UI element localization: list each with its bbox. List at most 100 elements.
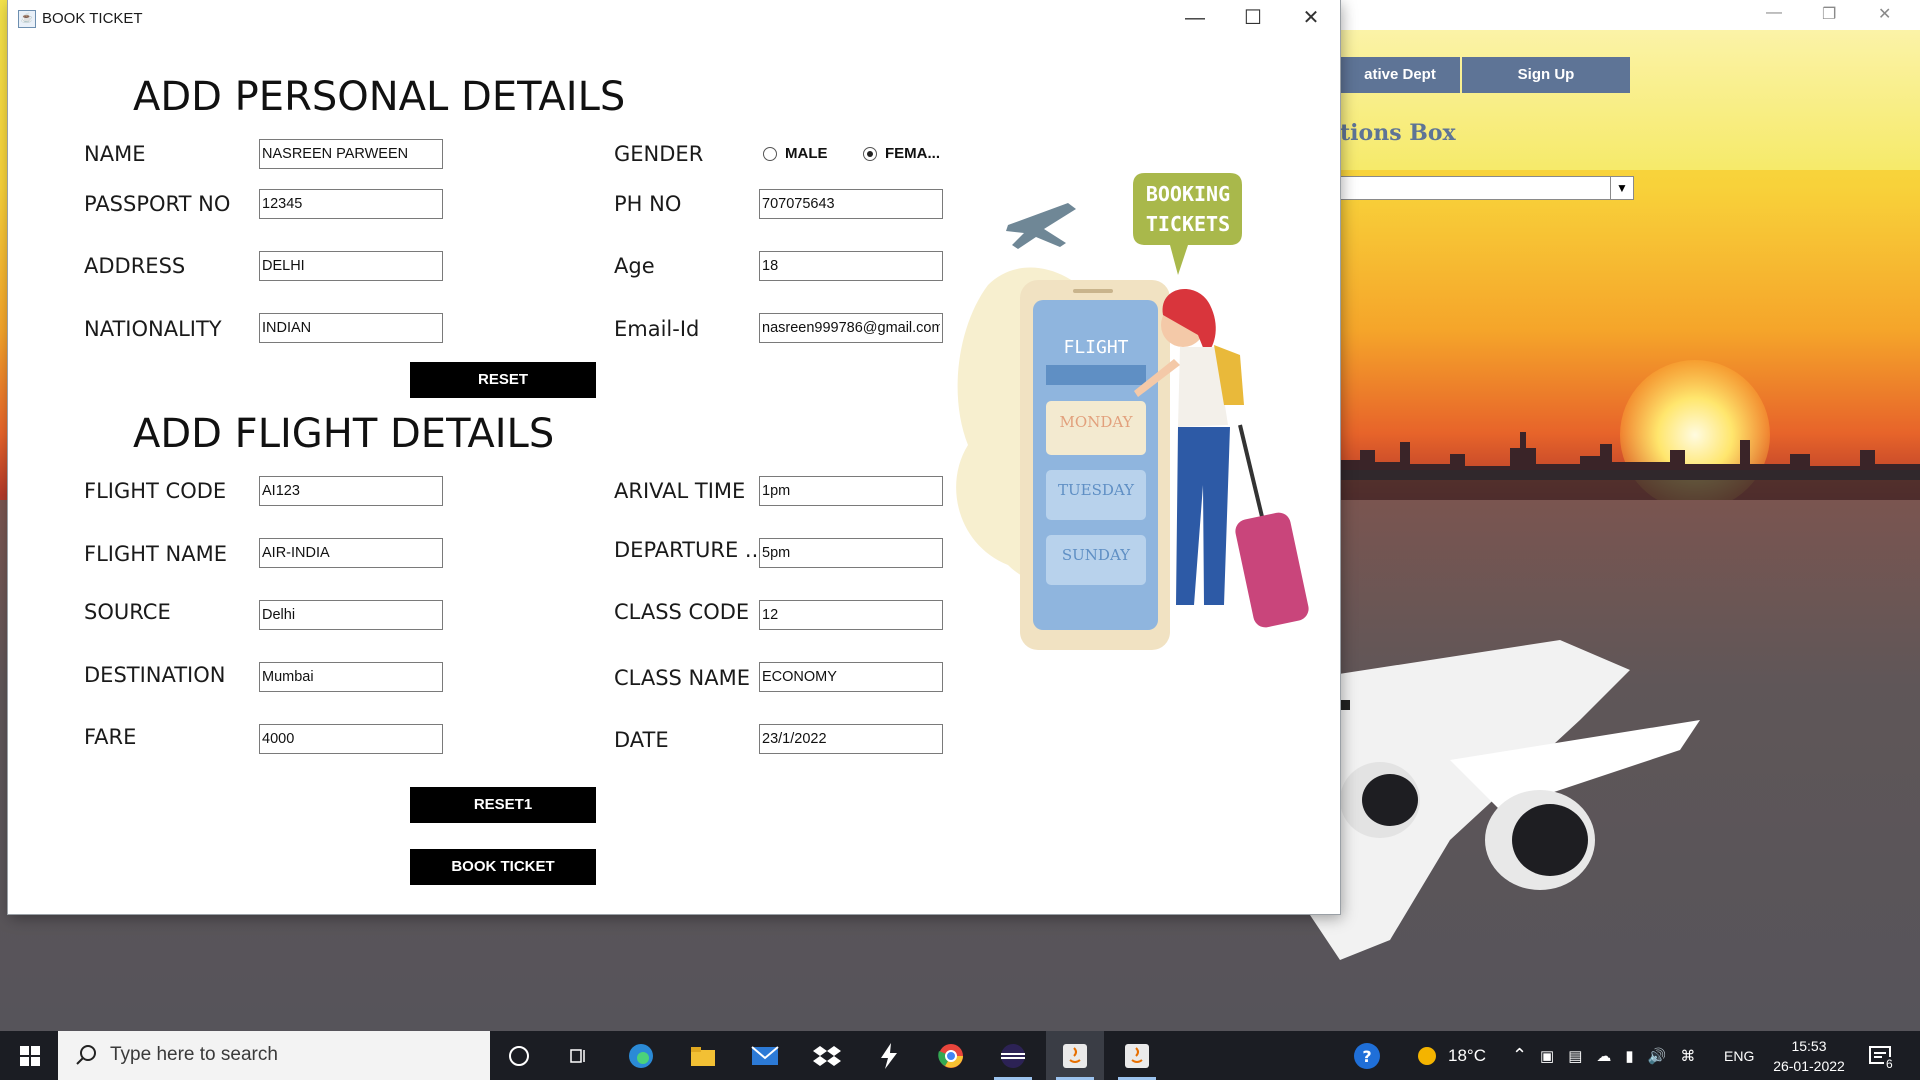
start-button[interactable] bbox=[0, 1031, 58, 1080]
book-ticket-window: ☕ BOOK TICKET — ☐ ✕ ADD PERSONAL DETAILS… bbox=[8, 0, 1340, 914]
nav-button-sign-up[interactable]: Sign Up bbox=[1462, 57, 1630, 93]
display-icon[interactable]: ▤ bbox=[1568, 1047, 1582, 1065]
nationality-input[interactable] bbox=[259, 313, 443, 343]
chevron-down-icon[interactable]: ▼ bbox=[1610, 177, 1633, 199]
bolt-icon bbox=[881, 1042, 897, 1069]
taskbar-dropbox[interactable] bbox=[798, 1031, 856, 1080]
reset-button[interactable]: RESET bbox=[410, 362, 596, 398]
help-icon: ? bbox=[1354, 1042, 1380, 1069]
system-tray-icons: ▣ ▤ ☁ ▮ 🔊 ⌘ bbox=[1540, 1031, 1695, 1080]
book-ticket-button[interactable]: BOOK TICKET bbox=[410, 849, 596, 885]
passport-label: PASSPORT NO bbox=[84, 192, 231, 216]
notification-count: 6 bbox=[1884, 1057, 1895, 1071]
arrival-input[interactable] bbox=[759, 476, 943, 506]
class-name-label: CLASS NAME bbox=[614, 666, 751, 690]
minimize-icon[interactable]: — bbox=[1766, 4, 1782, 22]
gender-male-label: MALE bbox=[785, 145, 828, 162]
restore-icon[interactable]: ❐ bbox=[1822, 4, 1836, 24]
bubble-line-1: BOOKING bbox=[1146, 182, 1230, 206]
task-view-button[interactable] bbox=[550, 1031, 608, 1080]
source-input[interactable] bbox=[259, 600, 443, 630]
window-titlebar[interactable]: ☕ BOOK TICKET — ☐ ✕ bbox=[8, 0, 1340, 38]
name-input[interactable] bbox=[259, 139, 443, 169]
fare-label: FARE bbox=[84, 725, 137, 749]
cortana-button[interactable] bbox=[490, 1031, 548, 1080]
radio-unselected-icon bbox=[763, 146, 777, 161]
taskbar-java-app-1[interactable] bbox=[1046, 1031, 1104, 1080]
phone-input[interactable] bbox=[759, 189, 943, 219]
volume-icon[interactable]: 🔊 bbox=[1648, 1047, 1667, 1065]
date-input[interactable] bbox=[759, 724, 943, 754]
fare-input[interactable] bbox=[259, 724, 443, 754]
taskbar-eclipse[interactable] bbox=[984, 1031, 1042, 1080]
search-icon bbox=[76, 1045, 96, 1065]
taskbar-java-app-2[interactable] bbox=[1108, 1031, 1166, 1080]
airplane-graphic bbox=[1300, 640, 1700, 960]
class-code-input[interactable] bbox=[759, 600, 943, 630]
flight-name-input[interactable] bbox=[259, 538, 443, 568]
edge-icon bbox=[629, 1043, 653, 1068]
clock[interactable]: 15:53 26-01-2022 bbox=[1768, 1031, 1850, 1080]
age-input[interactable] bbox=[759, 251, 943, 281]
clock-date: 26-01-2022 bbox=[1773, 1057, 1845, 1074]
wifi-icon[interactable]: ⌘ bbox=[1680, 1047, 1695, 1065]
nav-button-dept[interactable]: ative Dept bbox=[1340, 57, 1460, 93]
search-placeholder: Type here to search bbox=[110, 1044, 278, 1065]
weather-widget[interactable]: 18°C bbox=[1414, 1031, 1486, 1080]
class-name-input[interactable] bbox=[759, 662, 943, 692]
name-label: NAME bbox=[84, 142, 146, 166]
source-label: SOURCE bbox=[84, 600, 171, 624]
phone-day-3: SUNDAY bbox=[1062, 546, 1131, 564]
java-icon bbox=[1063, 1043, 1087, 1068]
gender-male-radio[interactable]: MALE bbox=[763, 145, 828, 162]
maximize-button[interactable]: ☐ bbox=[1224, 0, 1282, 38]
reset1-button[interactable]: RESET1 bbox=[410, 787, 596, 823]
gender-female-radio[interactable]: FEMA... bbox=[863, 145, 940, 162]
show-hidden-icons[interactable]: ⌃ bbox=[1512, 1031, 1527, 1080]
phone-label: PH NO bbox=[614, 192, 682, 216]
task-view-icon bbox=[570, 1048, 585, 1063]
departure-input[interactable] bbox=[759, 538, 943, 568]
mail-icon bbox=[751, 1045, 779, 1065]
passport-input[interactable] bbox=[259, 189, 443, 219]
date-label: DATE bbox=[614, 728, 669, 752]
address-label: ADDRESS bbox=[84, 254, 186, 278]
close-icon[interactable]: ✕ bbox=[1878, 4, 1891, 24]
taskbar-chrome[interactable] bbox=[922, 1031, 980, 1080]
help-button[interactable]: ? bbox=[1352, 1031, 1382, 1080]
options-select[interactable]: ▼ bbox=[1340, 176, 1634, 200]
background-app-titlebar: — ❐ ✕ bbox=[1340, 0, 1920, 30]
minimize-button[interactable]: — bbox=[1166, 0, 1224, 38]
windows-icon bbox=[20, 1046, 40, 1066]
close-button[interactable]: ✕ bbox=[1282, 0, 1340, 38]
battery-icon[interactable]: ▮ bbox=[1625, 1047, 1633, 1065]
age-label: Age bbox=[614, 254, 655, 278]
flight-code-label: FLIGHT CODE bbox=[84, 479, 227, 503]
background-app-header bbox=[1340, 30, 1920, 170]
taskbar-mail[interactable] bbox=[736, 1031, 794, 1080]
email-input[interactable] bbox=[759, 313, 943, 343]
weather-sun-icon bbox=[1418, 1046, 1436, 1065]
onedrive-icon[interactable]: ☁ bbox=[1596, 1047, 1611, 1065]
taskbar-edge[interactable] bbox=[612, 1031, 670, 1080]
dropbox-icon bbox=[813, 1045, 841, 1066]
airport-terminal bbox=[1340, 470, 1920, 500]
language-indicator[interactable]: ENG bbox=[1724, 1031, 1754, 1080]
java-app-icon: ☕ bbox=[18, 10, 36, 28]
meet-icon[interactable]: ▣ bbox=[1540, 1047, 1554, 1065]
gender-label: GENDER bbox=[614, 142, 704, 166]
taskbar-app-bolt[interactable] bbox=[860, 1031, 918, 1080]
taskbar: Type here to search ? 18°C ⌃ ▣ ▤ ☁ ▮ 🔊 ⌘… bbox=[0, 1031, 1920, 1080]
radio-selected-icon bbox=[863, 146, 877, 161]
notification-center[interactable]: 6 bbox=[1866, 1031, 1896, 1080]
departure-label: DEPARTURE ... bbox=[614, 538, 765, 562]
destination-label: DESTINATION bbox=[84, 663, 226, 687]
flight-code-input[interactable] bbox=[259, 476, 443, 506]
destination-input[interactable] bbox=[259, 662, 443, 692]
taskbar-search-box[interactable]: Type here to search bbox=[58, 1031, 490, 1080]
window-title: BOOK TICKET bbox=[42, 10, 143, 27]
address-input[interactable] bbox=[259, 251, 443, 281]
email-label: Email-Id bbox=[614, 317, 700, 341]
taskbar-file-explorer[interactable] bbox=[674, 1031, 732, 1080]
personal-details-heading: ADD PERSONAL DETAILS bbox=[133, 74, 626, 120]
